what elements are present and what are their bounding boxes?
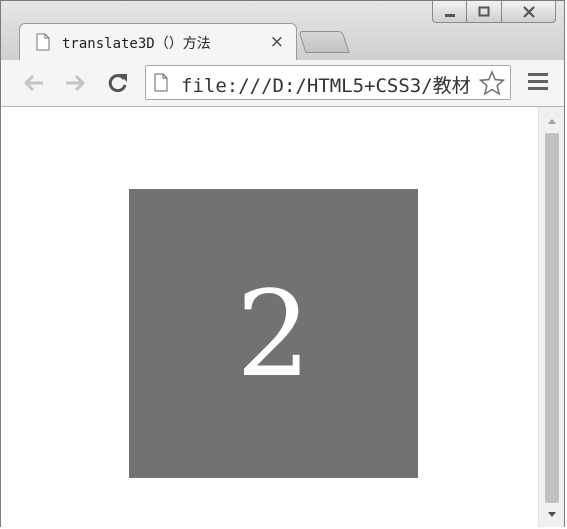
arrow-right-icon	[66, 74, 86, 92]
tab-active[interactable]: translate3D（）方法 ×	[19, 23, 297, 61]
arrow-left-icon	[23, 74, 43, 92]
tab-title: translate3D（）方法	[62, 36, 211, 52]
maximize-button[interactable]	[467, 1, 502, 23]
back-button[interactable]	[20, 69, 48, 97]
document-icon	[154, 73, 168, 92]
tab-close-button[interactable]: ×	[270, 32, 284, 52]
minimize-icon	[444, 13, 455, 17]
hamburger-menu-icon[interactable]	[528, 73, 548, 94]
scroll-down-button[interactable]	[539, 505, 564, 525]
reload-icon	[108, 74, 127, 93]
document-icon	[36, 33, 50, 51]
bookmark-button[interactable]	[474, 66, 510, 99]
triangle-up-icon	[547, 119, 556, 124]
close-window-button[interactable]	[502, 1, 556, 23]
page-viewport: 2	[1, 107, 538, 527]
star-icon	[479, 69, 505, 95]
vertical-scrollbar[interactable]	[538, 107, 564, 527]
reload-button[interactable]	[104, 69, 132, 97]
close-icon	[522, 5, 535, 18]
scrollbar-thumb[interactable]	[545, 133, 559, 503]
minimize-button[interactable]	[432, 1, 467, 23]
title-bar: translate3D（）方法 ×	[1, 1, 564, 61]
toolbar: file:///D:/HTML5+CSS3/教材	[1, 60, 564, 107]
triangle-down-icon	[547, 512, 556, 517]
address-url[interactable]: file:///D:/HTML5+CSS3/教材	[181, 71, 471, 98]
translated-box: 2	[129, 189, 418, 478]
address-bar[interactable]: file:///D:/HTML5+CSS3/教材	[145, 65, 511, 100]
new-tab-button[interactable]	[298, 31, 350, 53]
window-controls	[432, 1, 556, 25]
maximize-icon	[478, 6, 490, 16]
forward-button[interactable]	[61, 69, 89, 97]
scroll-up-button[interactable]	[539, 111, 564, 131]
box-label: 2	[235, 264, 312, 403]
browser-window: translate3D（）方法 × file:///D:/HTML5+CSS3/…	[0, 0, 565, 527]
